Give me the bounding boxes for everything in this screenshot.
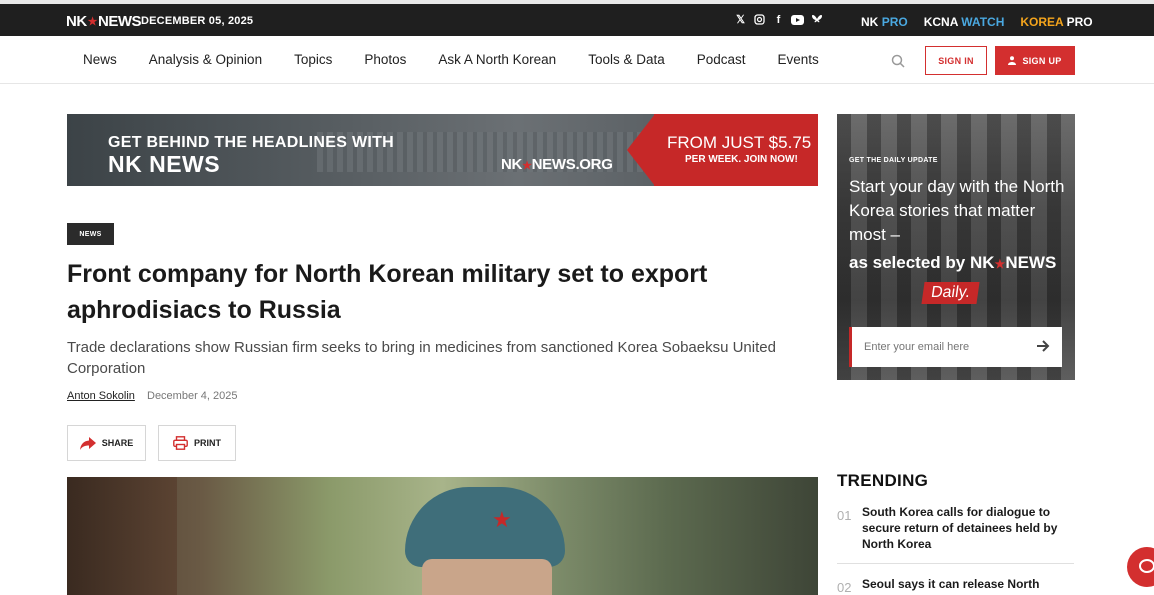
publish-date: December 4, 2025 xyxy=(147,390,238,402)
kcna-watch-link[interactable]: KCNA WATCH xyxy=(924,15,1005,29)
divider xyxy=(837,563,1074,564)
top-bar: NK ★ NEWS DECEMBER 05, 2025 𝕏 f NK PRO K… xyxy=(0,4,1154,36)
printer-icon xyxy=(173,436,188,450)
banner-line1: GET BEHIND THE HEADLINES WITH xyxy=(108,134,395,151)
star-icon: ★ xyxy=(87,16,98,28)
hero-tree xyxy=(67,477,177,595)
logo-nk: NK xyxy=(66,13,87,30)
nk-pro-link[interactable]: NK PRO xyxy=(861,15,908,29)
banner-arrow-shape xyxy=(627,114,655,186)
nav-item-ask[interactable]: Ask A North Korean xyxy=(438,52,556,67)
trending-number: 02 xyxy=(837,580,852,595)
author-link[interactable]: Anton Sokolin xyxy=(67,390,135,402)
article-subhead: Trade declarations show Russian firm see… xyxy=(67,339,776,377)
nav-item-news[interactable]: News xyxy=(83,52,117,67)
user-icon xyxy=(1008,56,1017,65)
trending-number: 01 xyxy=(837,508,852,523)
banner-price: FROM JUST $5.75 xyxy=(667,133,812,152)
korea-pro-link[interactable]: KOREA PRO xyxy=(1020,15,1092,29)
instagram-icon[interactable] xyxy=(753,13,766,26)
article-headline: Front company for North Korean military … xyxy=(67,260,708,324)
promo-kicker: GET THE DAILY UPDATE xyxy=(849,157,938,164)
header-date: DECEMBER 05, 2025 xyxy=(141,15,254,27)
brand-links: NK PRO KCNA WATCH KOREA PRO xyxy=(861,15,1093,29)
sign-up-label: SIGN UP xyxy=(1022,55,1062,66)
chat-icon xyxy=(1139,559,1154,573)
search-icon[interactable] xyxy=(891,54,905,68)
trending-item-title: South Korea calls for dialogue to secure… xyxy=(862,505,1058,551)
youtube-icon[interactable] xyxy=(791,13,804,26)
nav-items: News Analysis & Opinion Topics Photos As… xyxy=(83,52,851,67)
category-tag[interactable]: NEWS xyxy=(67,223,114,245)
social-links: 𝕏 f xyxy=(734,13,823,26)
sign-in-button[interactable]: SIGN IN xyxy=(925,46,987,75)
promo-selected-by: as selected by NK★NEWS xyxy=(849,253,1057,272)
email-field[interactable] xyxy=(849,327,1062,367)
share-button[interactable]: SHARE xyxy=(67,425,146,461)
trending-title: TRENDING xyxy=(837,471,929,490)
banner-join: PER WEEK. JOIN NOW! xyxy=(685,154,798,165)
hero-cap xyxy=(405,487,565,567)
print-button[interactable]: PRINT xyxy=(158,425,236,461)
nk-news-logo[interactable]: NK ★ NEWS xyxy=(66,13,142,30)
nav-item-events[interactable]: Events xyxy=(778,52,819,67)
print-label: PRINT xyxy=(194,438,221,448)
hero-face xyxy=(422,559,552,595)
share-label: SHARE xyxy=(101,438,134,448)
nav-item-podcast[interactable]: Podcast xyxy=(697,52,746,67)
chat-button[interactable] xyxy=(1127,547,1154,587)
logo-news: NEWS xyxy=(98,13,142,30)
x-icon[interactable]: 𝕏 xyxy=(734,13,747,26)
share-icon xyxy=(79,436,96,450)
nav-item-analysis[interactable]: Analysis & Opinion xyxy=(149,52,262,67)
nav-item-tools[interactable]: Tools & Data xyxy=(588,52,665,67)
sign-up-button[interactable]: SIGN UP xyxy=(995,46,1075,75)
main-nav: News Analysis & Opinion Topics Photos As… xyxy=(0,36,1154,84)
promo-text: Start your day with the North Korea stor… xyxy=(849,177,1065,244)
submit-arrow-icon[interactable] xyxy=(1036,339,1050,353)
banner-line2: NK NEWS xyxy=(108,151,221,177)
trending-item-title: Seoul says it can release North xyxy=(862,577,1040,591)
promo-daily: Daily. xyxy=(921,282,980,304)
bluesky-icon[interactable] xyxy=(810,13,823,26)
facebook-icon[interactable]: f xyxy=(772,13,785,26)
nav-item-topics[interactable]: Topics xyxy=(294,52,332,67)
red-star-icon: ★ xyxy=(492,507,512,532)
daily-newsletter-promo: GET THE DAILY UPDATE Start your day with… xyxy=(837,114,1075,380)
banner-org-logo: NK★NEWS.ORG xyxy=(501,156,613,173)
nav-item-photos[interactable]: Photos xyxy=(364,52,406,67)
article-hero-image: ★ xyxy=(67,477,818,595)
subscribe-banner[interactable]: GET BEHIND THE HEADLINES WITH NK NEWS NK… xyxy=(67,114,818,186)
